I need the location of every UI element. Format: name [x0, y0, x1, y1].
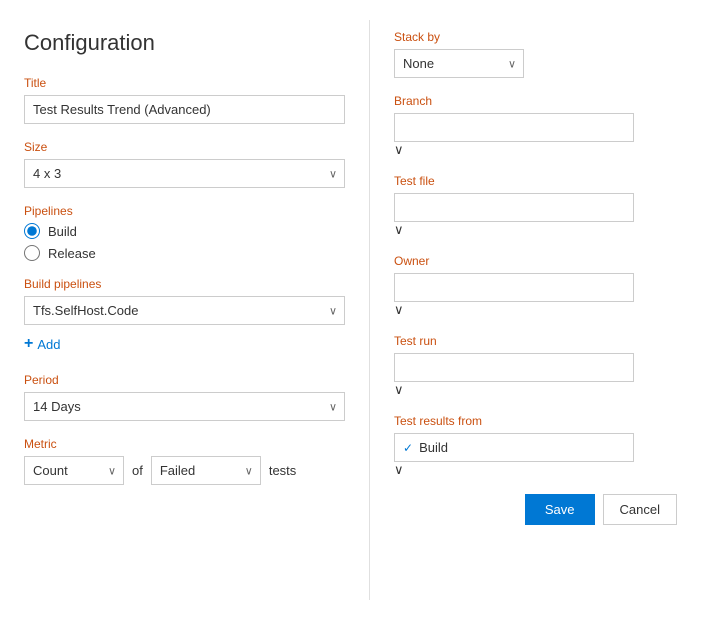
metric-row: Count Percentage ∨ of Failed Passed Tota…: [24, 456, 345, 485]
title-field-group: Title: [24, 76, 345, 124]
test-file-select[interactable]: [394, 193, 634, 222]
save-button[interactable]: Save: [525, 494, 595, 525]
branch-label: Branch: [394, 94, 677, 108]
test-run-field-group: Test run ∨: [394, 334, 677, 398]
stack-by-select[interactable]: None Build Release: [394, 49, 524, 78]
metric-count-select[interactable]: Count Percentage: [24, 456, 124, 485]
stack-by-select-wrapper: None Build Release ∨: [394, 49, 524, 78]
period-field-group: Period 7 Days 14 Days 30 Days ∨: [24, 373, 345, 421]
build-pipelines-field-group: Build pipelines Tfs.SelfHost.Code ∨ + Ad…: [24, 277, 345, 357]
test-results-from-chevron-icon: ∨: [394, 462, 404, 477]
check-icon: ✓: [403, 441, 413, 455]
cancel-button[interactable]: Cancel: [603, 494, 677, 525]
build-pipelines-select-wrapper: Tfs.SelfHost.Code ∨: [24, 296, 345, 325]
test-results-from-value: Build: [419, 440, 448, 455]
test-file-chevron-icon: ∨: [394, 222, 404, 237]
branch-chevron-icon: ∨: [394, 142, 404, 157]
size-select[interactable]: 1 x 1 2 x 1 2 x 2 4 x 3 6 x 4: [24, 159, 345, 188]
plus-icon: +: [24, 335, 33, 353]
build-pipelines-select[interactable]: Tfs.SelfHost.Code: [24, 296, 345, 325]
pipelines-radio-group: Build Release: [24, 223, 345, 261]
page-title: Configuration: [24, 30, 345, 56]
stack-by-label: Stack by: [394, 30, 677, 44]
add-button[interactable]: + Add: [24, 331, 60, 357]
action-buttons-row: Save Cancel: [394, 494, 677, 525]
metric-tests-text: tests: [269, 463, 296, 478]
test-run-chevron-icon: ∨: [394, 382, 404, 397]
owner-chevron-icon: ∨: [394, 302, 404, 317]
build-radio-item[interactable]: Build: [24, 223, 345, 239]
pipelines-field-group: Pipelines Build Release: [24, 204, 345, 261]
test-file-label: Test file: [394, 174, 677, 188]
test-results-from-label: Test results from: [394, 414, 677, 428]
owner-select-wrapper: ∨: [394, 273, 634, 318]
pipelines-label: Pipelines: [24, 204, 345, 218]
owner-label: Owner: [394, 254, 677, 268]
period-label: Period: [24, 373, 345, 387]
build-radio-label: Build: [48, 224, 77, 239]
release-radio-label: Release: [48, 246, 96, 261]
metric-field-group: Metric Count Percentage ∨ of Failed Pass…: [24, 437, 345, 485]
build-radio[interactable]: [24, 223, 40, 239]
period-select[interactable]: 7 Days 14 Days 30 Days: [24, 392, 345, 421]
test-run-select[interactable]: [394, 353, 634, 382]
metric-label: Metric: [24, 437, 345, 451]
owner-select[interactable]: [394, 273, 634, 302]
test-run-label: Test run: [394, 334, 677, 348]
branch-select-wrapper: ∨: [394, 113, 634, 158]
period-select-wrapper: 7 Days 14 Days 30 Days ∨: [24, 392, 345, 421]
test-file-select-wrapper: ∨: [394, 193, 634, 238]
release-radio-item[interactable]: Release: [24, 245, 345, 261]
release-radio[interactable]: [24, 245, 40, 261]
title-input[interactable]: [24, 95, 345, 124]
owner-field-group: Owner ∨: [394, 254, 677, 318]
size-label: Size: [24, 140, 345, 154]
metric-failed-wrapper: Failed Passed Total ∨: [151, 456, 261, 485]
test-run-select-wrapper: ∨: [394, 353, 634, 398]
metric-of-text: of: [132, 463, 143, 478]
test-results-from-box[interactable]: ✓ Build: [394, 433, 634, 462]
metric-count-wrapper: Count Percentage ∨: [24, 456, 124, 485]
branch-field-group: Branch ∨: [394, 94, 677, 158]
test-results-from-wrapper: ✓ Build ∨: [394, 433, 634, 478]
metric-failed-select[interactable]: Failed Passed Total: [151, 456, 261, 485]
test-results-from-field-group: Test results from ✓ Build ∨: [394, 414, 677, 478]
stack-by-field-group: Stack by None Build Release ∨: [394, 30, 677, 78]
build-pipelines-label: Build pipelines: [24, 277, 345, 291]
branch-select[interactable]: [394, 113, 634, 142]
test-file-field-group: Test file ∨: [394, 174, 677, 238]
size-field-group: Size 1 x 1 2 x 1 2 x 2 4 x 3 6 x 4 ∨: [24, 140, 345, 188]
size-select-wrapper: 1 x 1 2 x 1 2 x 2 4 x 3 6 x 4 ∨: [24, 159, 345, 188]
title-label: Title: [24, 76, 345, 90]
add-label: Add: [37, 337, 60, 352]
